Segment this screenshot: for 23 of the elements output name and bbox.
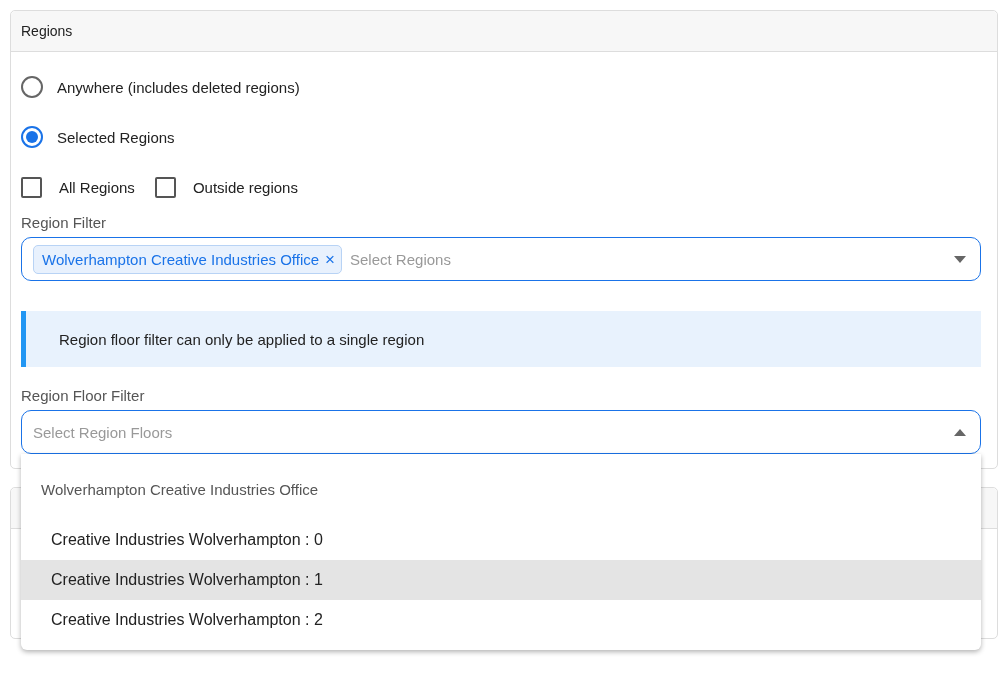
checkbox-label[interactable]: All Regions: [59, 178, 135, 196]
dropdown-caret-icon[interactable]: [954, 255, 966, 263]
checkbox[interactable]: [154, 176, 176, 198]
radio-button[interactable]: [21, 76, 43, 98]
placeholder-text: Select Regions: [350, 250, 452, 268]
card-title: Regions: [21, 23, 73, 39]
checkbox[interactable]: [21, 176, 42, 198]
checkbox-label[interactable]: Outside regions: [192, 178, 298, 196]
chip-remove-button[interactable]: ×: [325, 250, 335, 268]
region-select-field[interactable]: Wolverhampton Creative Industries Office × Select Regions: [21, 237, 981, 281]
dropdown-option[interactable]: Creative Industries Wolverhampton : 2: [21, 600, 981, 640]
radio-label[interactable]: Anywhere (includes deleted regions): [57, 78, 300, 96]
dropdown-option[interactable]: Creative Industries Wolverhampton : 0: [21, 520, 981, 560]
info-message: Region floor filter can only be applied to a single region: [21, 311, 981, 367]
field-label: Region Floor Filter: [21, 387, 146, 404]
radio-label[interactable]: Selected Regions: [57, 128, 175, 146]
dropdown-caret-icon[interactable]: [954, 428, 966, 436]
placeholder-text: Select Region Floors: [33, 423, 174, 441]
radio-button[interactable]: [21, 126, 43, 148]
field-label: Region Filter: [21, 214, 108, 231]
option-group-label: Wolverhampton Creative Industries Office: [40, 481, 320, 498]
dropdown-option[interactable]: Creative Industries Wolverhampton : 1: [21, 560, 981, 600]
chip-label: Wolverhampton Creative Industries Office: [42, 250, 320, 268]
